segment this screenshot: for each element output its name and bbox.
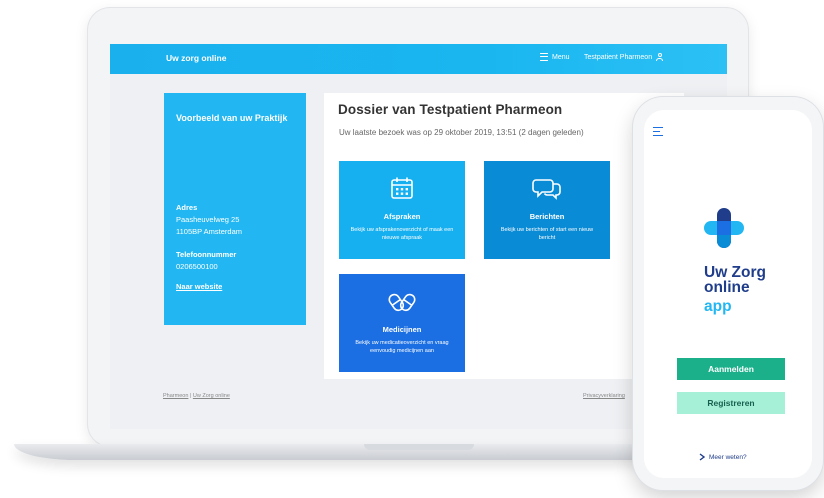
tile-description: Bekijk uw medicatieoverzicht en vraag ee… xyxy=(355,340,449,354)
user-menu-button[interactable]: Testpatient Pharmeon xyxy=(584,53,664,61)
login-button[interactable]: Aanmelden xyxy=(677,358,785,380)
tile-title: Berichten xyxy=(529,212,565,221)
brand-link[interactable]: Uw zorg online xyxy=(166,53,226,63)
tile-title: Medicijnen xyxy=(382,325,422,334)
website-link[interactable]: Naar website xyxy=(176,282,222,291)
tile-berichten[interactable]: Berichten Bekijk uw berichten of start e… xyxy=(484,161,610,259)
user-icon xyxy=(656,53,664,61)
footer-separator: | xyxy=(189,393,192,399)
practice-info-panel: Voorbeeld van uw Praktijk Adres Paasheuv… xyxy=(164,93,306,325)
pills-icon xyxy=(388,293,416,312)
last-visit-text: Uw laatste bezoek was op 29 oktober 2019… xyxy=(339,128,584,137)
medical-cross-logo xyxy=(704,208,744,248)
menu-label: Menu xyxy=(552,53,570,61)
tile-description: Bekijk uw berichten of start een nieuw b… xyxy=(500,227,594,241)
practice-title: Voorbeeld van uw Praktijk xyxy=(176,113,288,123)
tile-title: Afspraken xyxy=(383,212,421,221)
tile-medicijnen[interactable]: Medicijnen Bekijk uw medicatieoverzicht … xyxy=(339,274,465,372)
phone-label: Telefoonnummer xyxy=(176,250,237,259)
phone-screen: Uw Zorg online app Aanmelden Registreren… xyxy=(644,110,812,478)
hamburger-icon[interactable] xyxy=(653,127,663,136)
menu-button[interactable]: Menu xyxy=(540,53,570,61)
footer-privacy-link[interactable]: Privacyverklaring xyxy=(583,393,625,399)
more-info-link[interactable]: Meer weten? xyxy=(699,453,747,461)
hamburger-icon xyxy=(540,53,548,61)
footer-links: Pharmeon | Uw Zorg online xyxy=(163,393,230,399)
page-title: Dossier van Testpatient Pharmeon xyxy=(338,102,563,117)
chat-bubbles-icon xyxy=(532,179,561,200)
user-name: Testpatient Pharmeon xyxy=(584,53,653,61)
register-button[interactable]: Registreren xyxy=(677,392,785,414)
app-title: Uw Zorg online xyxy=(704,264,766,296)
address-label: Adres xyxy=(176,203,198,212)
chevron-right-icon xyxy=(699,453,705,461)
app-title-line3: app xyxy=(704,298,732,315)
phone-number: 0206500100 xyxy=(176,262,218,271)
tile-description: Bekijk uw afsprakenoverzicht of maak een… xyxy=(350,227,454,241)
app-title-line2: online xyxy=(704,279,750,296)
footer-uwzorg-link[interactable]: Uw Zorg online xyxy=(193,393,230,399)
tile-afspraken[interactable]: Afspraken Bekijk uw afsprakenoverzicht o… xyxy=(339,161,465,259)
top-navigation-bar: Uw zorg online Menu Testpatient Pharmeon xyxy=(110,44,727,74)
dossier-panel: Dossier van Testpatient Pharmeon Uw laat… xyxy=(324,93,684,379)
address-line1: Paasheuvelweg 25 xyxy=(176,215,240,224)
app-title-line1: Uw Zorg xyxy=(704,264,766,281)
more-info-label: Meer weten? xyxy=(709,453,747,461)
calendar-icon xyxy=(391,177,413,199)
laptop-notch xyxy=(364,444,474,450)
footer-pharmeon-link[interactable]: Pharmeon xyxy=(163,393,188,399)
address-line2: 1105BP Amsterdam xyxy=(176,227,243,236)
